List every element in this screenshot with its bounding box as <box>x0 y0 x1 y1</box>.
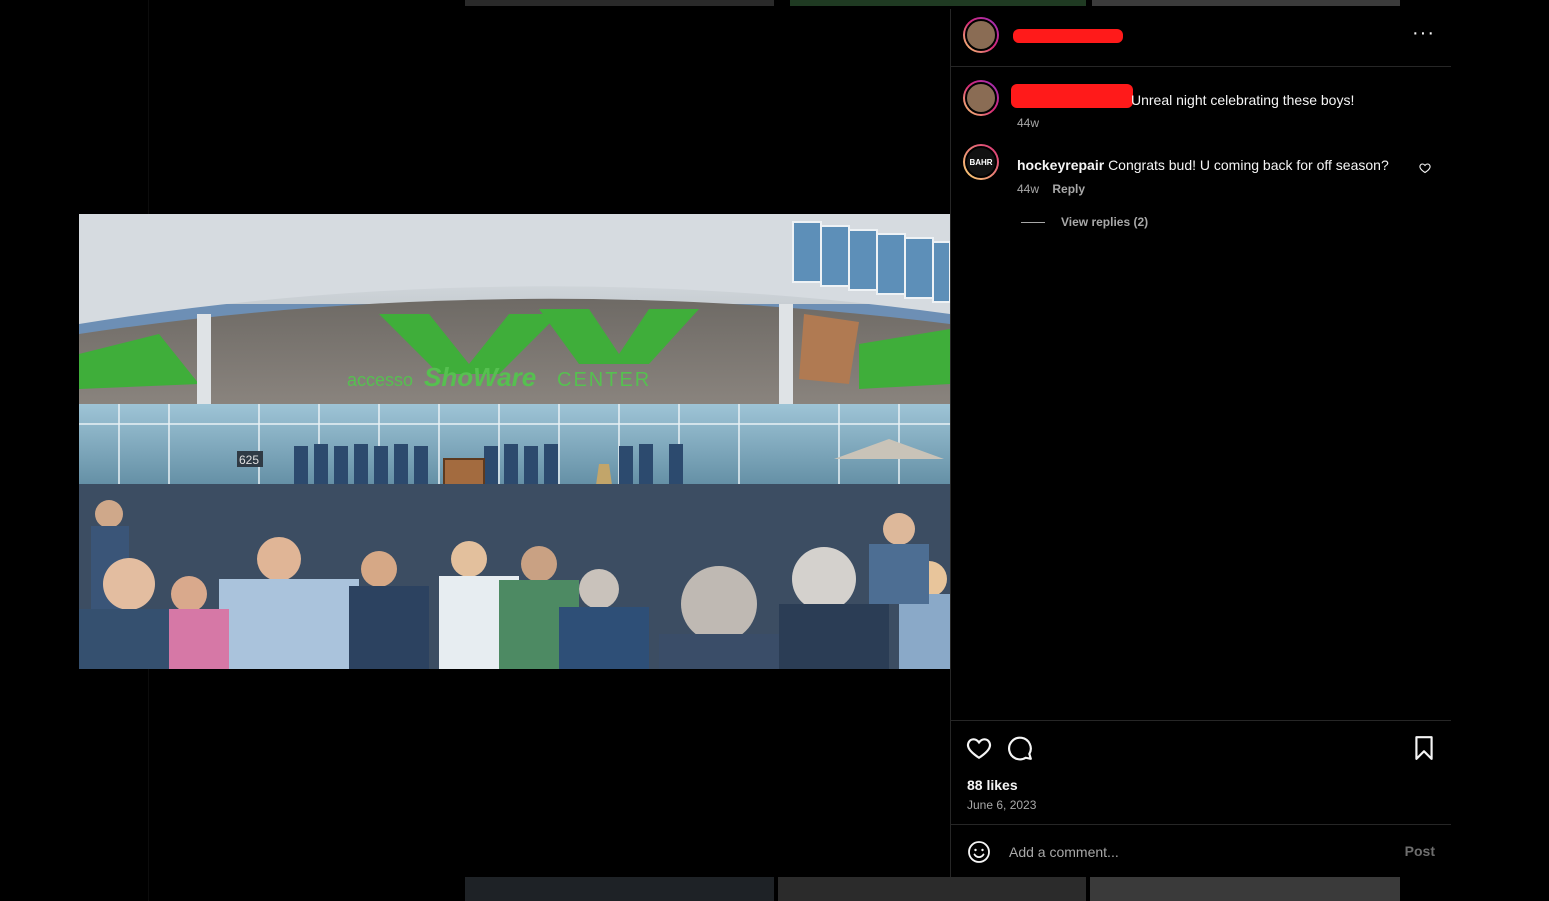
more-options-icon[interactable]: ··· <box>1412 23 1435 43</box>
redacted-username <box>1011 84 1133 108</box>
post-comment-button[interactable]: Post <box>1405 843 1435 859</box>
bookmark-icon[interactable] <box>1411 735 1437 761</box>
reply-button[interactable]: Reply <box>1052 182 1085 196</box>
emoji-icon[interactable] <box>967 840 991 864</box>
like-comment-icon[interactable] <box>1419 162 1431 174</box>
commenter-avatar-image: BAHR <box>965 146 997 178</box>
comments-section: Unreal night celebrating these boys! 44w… <box>951 67 1451 719</box>
svg-text:ShoWare: ShoWare <box>424 362 536 392</box>
comment-meta: 44w Reply <box>1017 182 1095 196</box>
arena-sign: accesso <box>347 370 413 390</box>
comment-username[interactable]: hockeyrepair <box>1017 157 1104 173</box>
add-comment-input[interactable] <box>1007 840 1391 864</box>
post-date[interactable]: June 6, 2023 <box>967 798 1036 812</box>
likes-count[interactable]: 88 likes <box>967 777 1018 793</box>
comment-text-line: hockeyrepair Congrats bud! U coming back… <box>1017 156 1389 174</box>
svg-text:625: 625 <box>239 453 259 467</box>
author-avatar-image <box>965 82 997 114</box>
svg-text:CENTER: CENTER <box>557 369 651 391</box>
comment-text: Congrats bud! U coming back for off seas… <box>1108 157 1389 173</box>
post-image[interactable]: accesso ShoWare CENTER 625 <box>79 214 950 669</box>
background-thumbnail[interactable] <box>465 877 774 901</box>
add-comment-bar: Post <box>951 824 1451 878</box>
comment-timestamp: 44w <box>1017 182 1040 196</box>
post-header: ··· <box>951 9 1451 67</box>
background-thumbnail[interactable] <box>790 0 1086 6</box>
view-replies-button[interactable]: View replies (2) <box>1021 215 1148 229</box>
post-actions: 88 likes June 6, 2023 <box>951 720 1451 825</box>
author-avatar-image <box>965 19 997 51</box>
view-replies-line <box>1021 221 1045 223</box>
comment-item: BAHR hockeyrepair Congrats bud! U coming… <box>963 144 1439 204</box>
arena-crowd-photo: accesso ShoWare CENTER 625 <box>79 214 950 669</box>
background-thumbnail[interactable] <box>1090 877 1400 901</box>
background-thumbnail[interactable] <box>1092 0 1400 6</box>
author-avatar[interactable] <box>963 80 999 116</box>
like-icon[interactable] <box>966 735 992 761</box>
caption-timestamp: 44w <box>1017 116 1040 130</box>
post-details-panel: ··· Unreal night celebrating these boys!… <box>950 9 1451 877</box>
caption-text: Unreal night celebrating these boys! <box>1131 92 1355 108</box>
redacted-username <box>1013 29 1123 43</box>
caption: Unreal night celebrating these boys! 44w <box>963 80 1439 130</box>
comment-icon[interactable] <box>1007 735 1033 761</box>
author-avatar[interactable] <box>963 17 999 53</box>
background-thumbnail[interactable] <box>465 0 774 6</box>
commenter-avatar[interactable]: BAHR <box>963 144 999 180</box>
background-thumbnail[interactable] <box>778 877 1086 901</box>
